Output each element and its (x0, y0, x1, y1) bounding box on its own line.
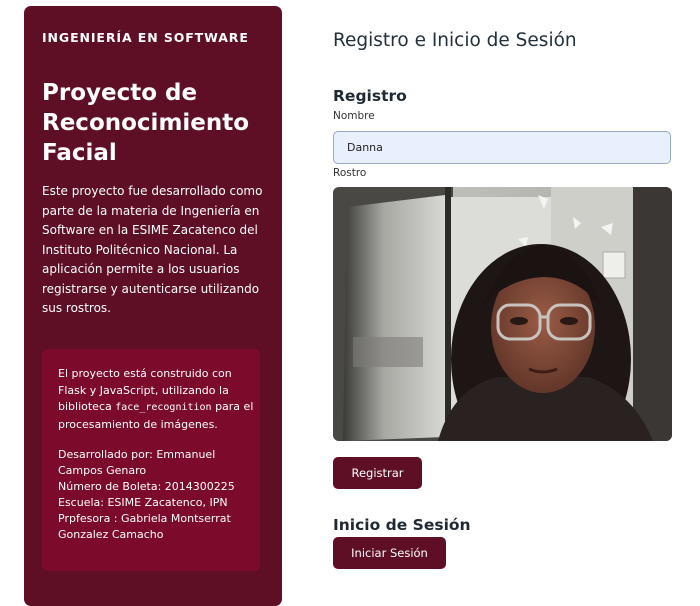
camera-preview (333, 187, 672, 441)
register-button[interactable]: Registrar (333, 457, 422, 489)
name-input[interactable] (333, 131, 671, 164)
school-name: Escuela: ESIME Zacatenco, IPN (58, 496, 228, 509)
register-heading: Registro (333, 87, 407, 105)
developer-info: Desarrollado por: Emmanuel Campos Genaro… (58, 447, 254, 543)
webcam-image (333, 187, 672, 441)
page-title: Registro e Inicio de Sesión (333, 30, 577, 51)
info-card: El proyecto está construido con Flask y … (42, 349, 260, 571)
sidebar-title: Proyecto de Reconocimiento Facial (42, 80, 250, 166)
sidebar-tag: INGENIERÍA EN SOFTWARE (42, 30, 249, 45)
name-label: Nombre (333, 110, 375, 122)
teacher-name: Prpfesora : Gabriela Montserrat Gonzalez… (58, 512, 231, 541)
developer-name: Desarrollado por: Emmanuel Campos Genaro (58, 448, 216, 477)
sidebar-description: Este proyecto fue desarrollado como part… (42, 184, 263, 315)
login-button[interactable]: Iniciar Sesión (333, 537, 446, 569)
login-heading: Inicio de Sesión (333, 516, 471, 534)
tech-description: El proyecto está construido con Flask y … (58, 366, 254, 433)
boleta-number: Número de Boleta: 2014300225 (58, 480, 235, 493)
sidebar: INGENIERÍA EN SOFTWARE Proyecto de Recon… (24, 6, 282, 606)
library-code: face_recognition (115, 402, 212, 414)
face-label: Rostro (333, 167, 367, 179)
